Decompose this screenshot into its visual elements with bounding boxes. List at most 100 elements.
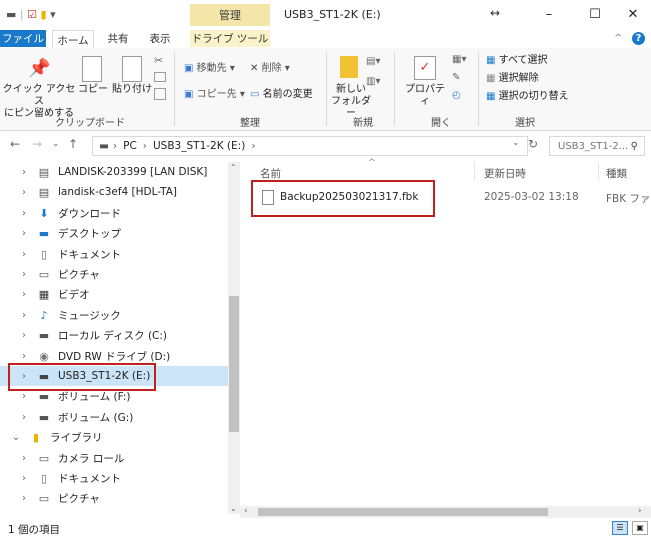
local-disk-icon: ▬	[38, 328, 50, 342]
paste-shortcut-icon[interactable]	[154, 88, 166, 100]
expand-chevron-right-icon[interactable]: ›	[18, 310, 30, 321]
details-view-icon[interactable]: ☰	[612, 521, 628, 535]
expand-chevron-down-icon[interactable]: ⌄	[10, 432, 22, 443]
new-folder-big-icon[interactable]	[340, 56, 358, 78]
video-icon: ▦	[38, 287, 50, 301]
back-arrow-icon[interactable]: ←	[10, 137, 20, 151]
nav-item[interactable]: › ▬ ローカル ディスク (C:)	[0, 325, 228, 345]
tab-file[interactable]: ファイル	[0, 30, 46, 47]
copy-path-icon[interactable]	[154, 72, 166, 82]
nav-item[interactable]: › ▭ ピクチャ	[0, 264, 228, 284]
expand-chevron-right-icon[interactable]: ›	[18, 228, 30, 239]
properties-button[interactable]: プロパティ	[402, 84, 448, 108]
breadcrumb-drive[interactable]: USB3_ST1-2K (E:)	[153, 140, 245, 152]
minimize-button[interactable]: –	[536, 4, 562, 24]
nav-item[interactable]: › ▯ ドキュメント	[0, 244, 228, 264]
nav-item[interactable]: › ♪ ミュージック	[0, 305, 228, 325]
expand-chevron-right-icon[interactable]: ›	[18, 208, 30, 219]
refresh-icon[interactable]: ↻	[528, 137, 538, 151]
select-none-button[interactable]: ▦ 選択解除	[486, 72, 539, 85]
invert-selection-icon: ▦	[486, 91, 496, 102]
recent-locations-icon[interactable]: ⌄	[52, 139, 60, 149]
new-folder-icon[interactable]: ▮	[41, 8, 47, 21]
search-input[interactable]: USB3_ST1-2...	[558, 141, 631, 152]
expand-chevron-right-icon[interactable]: ›	[18, 289, 30, 300]
nav-scrollbar-thumb[interactable]	[229, 296, 239, 432]
copy-to-button[interactable]: ▣ コピー先 ▾	[184, 88, 245, 101]
nav-item[interactable]: › ⬇ ダウンロード	[0, 203, 228, 223]
scroll-up-icon[interactable]: ⌃	[230, 163, 237, 172]
ribbon-collapse-icon[interactable]: ^	[614, 33, 622, 44]
forward-arrow-icon[interactable]: →	[32, 137, 42, 151]
edit-icon[interactable]: ✎	[452, 72, 460, 83]
library-icon: ▮	[32, 430, 40, 444]
new-item-icon[interactable]: ▤▾	[366, 56, 380, 67]
window-menu-icon[interactable]: ▬	[6, 8, 16, 21]
help-icon[interactable]: ?	[632, 32, 645, 45]
nav-item[interactable]: ⌄ ▮ ライブラリ	[0, 427, 228, 447]
large-icons-view-icon[interactable]: ▣	[632, 521, 648, 535]
quick-access-toolbar[interactable]: ▬ | ☑ ▮ ▾	[6, 8, 56, 21]
tab-view[interactable]: 表示	[142, 30, 178, 47]
paste-icon[interactable]	[122, 56, 142, 82]
close-button[interactable]: ✕	[620, 4, 646, 24]
expand-chevron-right-icon[interactable]: ›	[18, 412, 30, 423]
open-icon[interactable]: ▦▾	[452, 54, 466, 65]
column-header-type[interactable]: 種類	[606, 166, 627, 181]
expand-chevron-right-icon[interactable]: ›	[18, 167, 30, 178]
expand-chevron-right-icon[interactable]: ›	[18, 493, 30, 504]
scroll-left-icon[interactable]: ‹	[244, 506, 248, 516]
expand-chevron-right-icon[interactable]: ›	[18, 391, 30, 402]
content-h-scrollbar-thumb[interactable]	[258, 508, 548, 516]
column-header-modified[interactable]: 更新日時	[484, 166, 526, 181]
copy-button[interactable]: コピー	[78, 84, 108, 96]
ribbon-separator	[478, 52, 479, 126]
column-divider[interactable]	[598, 162, 599, 180]
scroll-right-icon[interactable]: ›	[638, 506, 642, 516]
move-to-button[interactable]: ▣ 移動先 ▾	[184, 62, 235, 75]
drive-icon: ▬	[38, 410, 50, 424]
search-icon[interactable]: ⚲	[631, 141, 638, 152]
nav-item[interactable]: › ▬ ボリューム (G:)	[0, 407, 228, 427]
tab-manage[interactable]: 管理	[190, 4, 270, 26]
maximize-button[interactable]: ☐	[582, 4, 608, 24]
delete-button[interactable]: ✕ 削除 ▾	[250, 62, 290, 75]
nav-item[interactable]: › ▤ LANDISK-203399 [LAN DISK]	[0, 162, 228, 182]
expand-chevron-right-icon[interactable]: ›	[18, 453, 30, 464]
tab-home[interactable]: ホーム	[52, 30, 94, 49]
expand-chevron-right-icon[interactable]: ›	[18, 249, 30, 260]
cut-icon[interactable]: ✂	[154, 54, 163, 67]
address-bar[interactable]: ▬ › PC › USB3_ST1-2K (E:) ›	[92, 136, 528, 156]
paste-button[interactable]: 貼り付け	[112, 84, 152, 96]
nav-item[interactable]: › ▤ landisk-c3ef4 [HDL-TA]	[0, 182, 228, 202]
nav-item[interactable]: › ▦ ビデオ	[0, 284, 228, 304]
expand-chevron-right-icon[interactable]: ›	[18, 187, 30, 198]
customize-dropdown-icon[interactable]: ▾	[50, 8, 56, 21]
copy-icon[interactable]	[82, 56, 102, 82]
column-header-name[interactable]: 名前	[260, 166, 281, 181]
tab-share[interactable]: 共有	[100, 30, 136, 47]
nav-item[interactable]: › ▭ カメラ ロール	[0, 448, 228, 468]
rename-button[interactable]: ▭ 名前の変更	[250, 88, 313, 101]
column-divider[interactable]	[474, 162, 475, 180]
select-all-button[interactable]: ▦ すべて選択	[486, 54, 548, 67]
scroll-down-icon[interactable]: ⌄	[230, 504, 237, 513]
expand-chevron-right-icon[interactable]: ›	[18, 269, 30, 280]
breadcrumb-pc[interactable]: PC	[123, 140, 137, 152]
nav-item[interactable]: › ▭ ピクチャ	[0, 488, 228, 508]
history-icon[interactable]: ◴	[452, 90, 461, 101]
expand-chevron-right-icon[interactable]: ›	[18, 351, 30, 362]
expand-chevron-right-icon[interactable]: ›	[18, 473, 30, 484]
up-arrow-icon[interactable]: ↑	[68, 137, 78, 151]
search-box[interactable]: USB3_ST1-2... ⚲	[549, 136, 645, 156]
nav-item[interactable]: › ▯ ドキュメント	[0, 468, 228, 488]
address-dropdown-icon[interactable]: ⌄	[512, 138, 520, 148]
properties-check-icon[interactable]: ☑	[27, 8, 37, 21]
expand-chevron-right-icon[interactable]: ›	[18, 330, 30, 341]
tab-drive-tools[interactable]: ドライブ ツール	[190, 30, 270, 47]
invert-selection-button[interactable]: ▦ 選択の切り替え	[486, 90, 569, 103]
properties-icon[interactable]: ✓	[414, 56, 436, 80]
pin-icon[interactable]: 📌	[28, 58, 50, 79]
nav-item-label: ドキュメント	[58, 472, 121, 485]
nav-item[interactable]: › ▬ デスクトップ	[0, 223, 228, 243]
